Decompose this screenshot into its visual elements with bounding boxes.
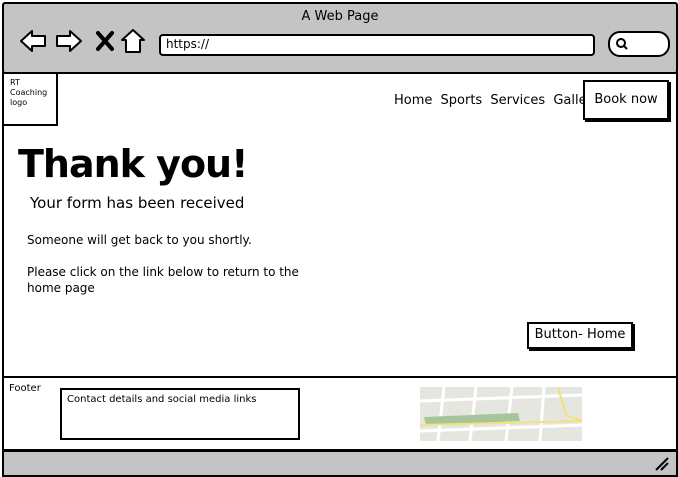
browser-toolbar: A Web Page https:// xyxy=(2,2,678,74)
main-nav: Home Sports Services Gallery xyxy=(394,93,604,108)
nav-link-home[interactable]: Home xyxy=(394,93,432,108)
book-now-button[interactable]: Book now xyxy=(583,80,669,120)
window-title: A Web Page xyxy=(301,9,379,24)
home-button-label: Button- Home xyxy=(534,327,626,342)
main-content: Thank you! Your form has been received S… xyxy=(2,126,678,376)
resize-grip-icon[interactable] xyxy=(654,456,670,472)
site-footer: Footer Contact details and social media … xyxy=(2,376,678,451)
home-icon[interactable] xyxy=(118,26,148,56)
footer-label: Footer xyxy=(9,383,41,394)
contact-box: Contact details and social media links xyxy=(60,388,300,440)
contact-text: Contact details and social media links xyxy=(67,394,257,405)
forward-arrow-icon[interactable] xyxy=(54,26,84,56)
logo-text: RT Coaching logo xyxy=(10,78,48,107)
logo-placeholder[interactable]: RT Coaching logo xyxy=(4,74,58,126)
status-bar xyxy=(2,450,678,477)
return-instruction: Please click on the link below to return… xyxy=(27,265,299,295)
browser-search-field[interactable] xyxy=(608,31,670,57)
search-icon xyxy=(616,38,628,50)
map-image[interactable] xyxy=(420,387,582,441)
site-header: RT Coaching logo Home Sports Services Ga… xyxy=(2,72,678,128)
page-subheading: Your form has been received xyxy=(30,194,245,212)
stop-x-icon[interactable] xyxy=(90,26,120,56)
back-arrow-icon[interactable] xyxy=(18,26,48,56)
page-heading: Thank you! xyxy=(18,142,248,186)
nav-link-sports[interactable]: Sports xyxy=(441,93,483,108)
address-bar[interactable]: https:// xyxy=(159,34,595,56)
confirmation-message: Someone will get back to you shortly. xyxy=(27,233,252,247)
home-button[interactable]: Button- Home xyxy=(527,322,633,349)
url-text: https:// xyxy=(166,37,210,51)
book-now-label: Book now xyxy=(594,92,658,107)
nav-link-services[interactable]: Services xyxy=(490,93,545,108)
browser-window: A Web Page https:// RT Coaching logo Hom… xyxy=(0,0,678,477)
